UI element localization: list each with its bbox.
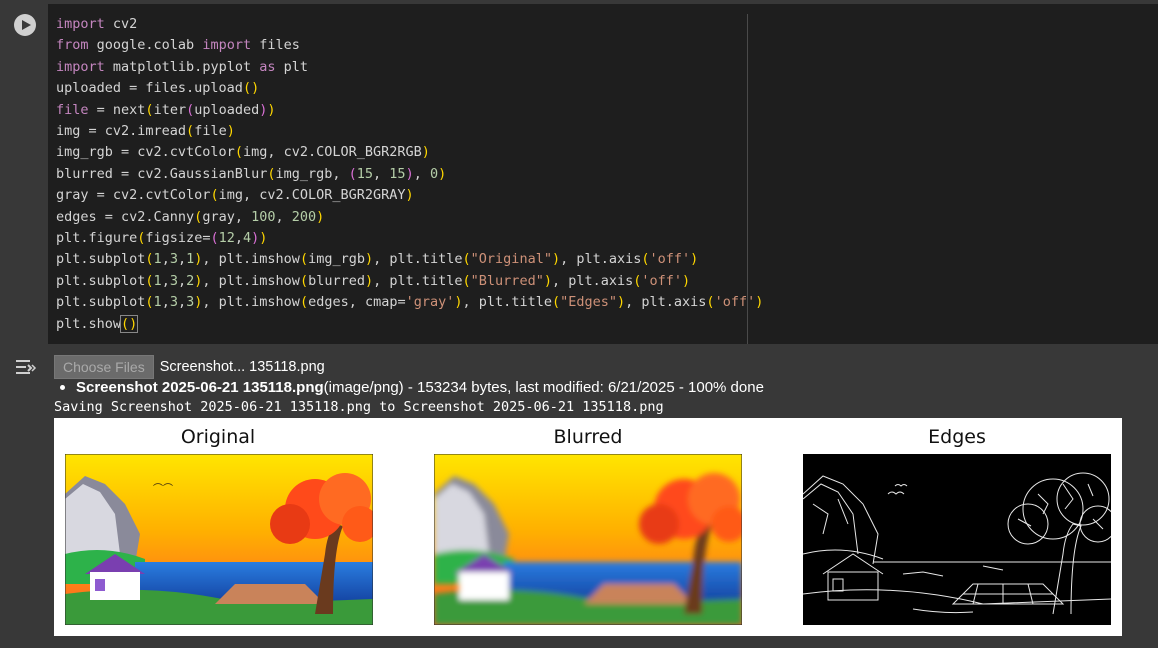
- original-image: ⌒⌒: [65, 454, 373, 625]
- code-line-3: import matplotlib.pyplot as plt: [56, 58, 308, 75]
- title-edges: Edges: [928, 426, 986, 448]
- code-line-13: plt.subplot(1,3,2), plt.imshow(blurred),…: [56, 272, 691, 289]
- run-cell-button[interactable]: [14, 14, 36, 36]
- chosen-file-name: Screenshot... 135118.png: [159, 359, 325, 375]
- output-options-icon[interactable]: [14, 358, 38, 376]
- svg-text:⌒⌒: ⌒⌒: [153, 483, 173, 495]
- upload-status: Screenshot 2025-06-21 135118.png (image/p…: [60, 379, 764, 396]
- code-line-10: edges = cv2.Canny(gray, 100, 200): [56, 208, 325, 225]
- code-line-9: gray = cv2.cvtColor(img, cv2.COLOR_BGR2G…: [56, 187, 414, 204]
- cell-gutter: [0, 0, 48, 346]
- code-line-4: uploaded = files.upload(): [56, 80, 260, 97]
- saving-message: Saving Screenshot 2025-06-21 135118.png …: [54, 399, 664, 415]
- code-line-8: blurred = cv2.GaussianBlur(img_rgb, (15,…: [56, 165, 447, 182]
- code-line-5: file = next(iter(uploaded)): [56, 101, 276, 118]
- code-line-7: img_rgb = cv2.cvtColor(img, cv2.COLOR_BG…: [56, 144, 430, 161]
- uploaded-file-details: (image/png) - 153234 bytes, last modifie…: [323, 379, 764, 396]
- bullet-icon: [60, 385, 65, 390]
- code-text[interactable]: import cv2 from google.colab import file…: [56, 14, 763, 335]
- uploaded-file-name: Screenshot 2025-06-21 135118.png: [76, 379, 324, 396]
- code-line-1: import cv2: [56, 16, 138, 32]
- title-blurred: Blurred: [553, 426, 623, 448]
- code-line-12: plt.subplot(1,3,1), plt.imshow(img_rgb),…: [56, 251, 699, 268]
- edges-image: [803, 454, 1111, 625]
- code-cell[interactable]: import cv2 from google.colab import file…: [0, 0, 1158, 346]
- code-line-14: plt.subplot(1,3,3), plt.imshow(edges, cm…: [56, 294, 764, 311]
- blurred-image: [434, 454, 742, 625]
- code-line-15: plt.show(): [56, 314, 139, 333]
- choose-files-button[interactable]: Choose Files: [54, 355, 154, 379]
- code-line-6: img = cv2.imread(file): [56, 123, 235, 140]
- cell-output: Choose Files Screenshot... 135118.png Sc…: [0, 346, 1158, 648]
- matplotlib-figure: Original Blurred Edges ⌒⌒: [54, 418, 1122, 636]
- code-line-11: plt.figure(figsize=(12,4)): [56, 230, 268, 247]
- code-line-2: from google.colab import files: [56, 37, 300, 54]
- file-upload-widget: Choose Files Screenshot... 135118.png: [54, 355, 325, 379]
- title-original: Original: [180, 426, 256, 448]
- code-editor[interactable]: import cv2 from google.colab import file…: [48, 4, 1158, 344]
